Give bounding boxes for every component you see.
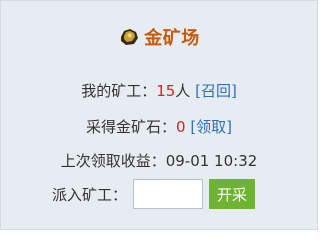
- last-claim-label: 上次领取收益：: [60, 152, 166, 170]
- recall-link[interactable]: [召回]: [195, 82, 237, 100]
- miners-unit: 人: [175, 82, 191, 100]
- gold-mine-panel: 金矿场 我的矿工：15人 [召回] 采得金矿石：0 [领取] 上次领取收益：09…: [0, 0, 318, 230]
- panel-title: 金矿场: [144, 28, 200, 49]
- miners-label: 我的矿工：: [81, 82, 157, 100]
- claim-link[interactable]: [领取]: [190, 118, 232, 136]
- dispatch-row: 派入矿工： 开采: [52, 179, 256, 209]
- dispatch-miners-input[interactable]: [133, 179, 204, 209]
- gold-row: 采得金矿石：0 [领取]: [1, 116, 317, 137]
- mine-button[interactable]: 开采: [209, 179, 256, 209]
- miners-row: 我的矿工：15人 [召回]: [1, 80, 317, 101]
- gold-ore-icon: [118, 27, 140, 47]
- gold-amount: 0: [175, 118, 186, 136]
- dispatch-label: 派入矿工：: [52, 185, 128, 204]
- last-claim-time: 09-01 10:32: [165, 152, 258, 170]
- last-claim-row: 上次领取收益：09-01 10:32: [1, 150, 317, 171]
- gold-label: 采得金矿石：: [85, 118, 176, 136]
- panel-header: 金矿场: [1, 24, 317, 50]
- miners-count: 15: [156, 82, 176, 100]
